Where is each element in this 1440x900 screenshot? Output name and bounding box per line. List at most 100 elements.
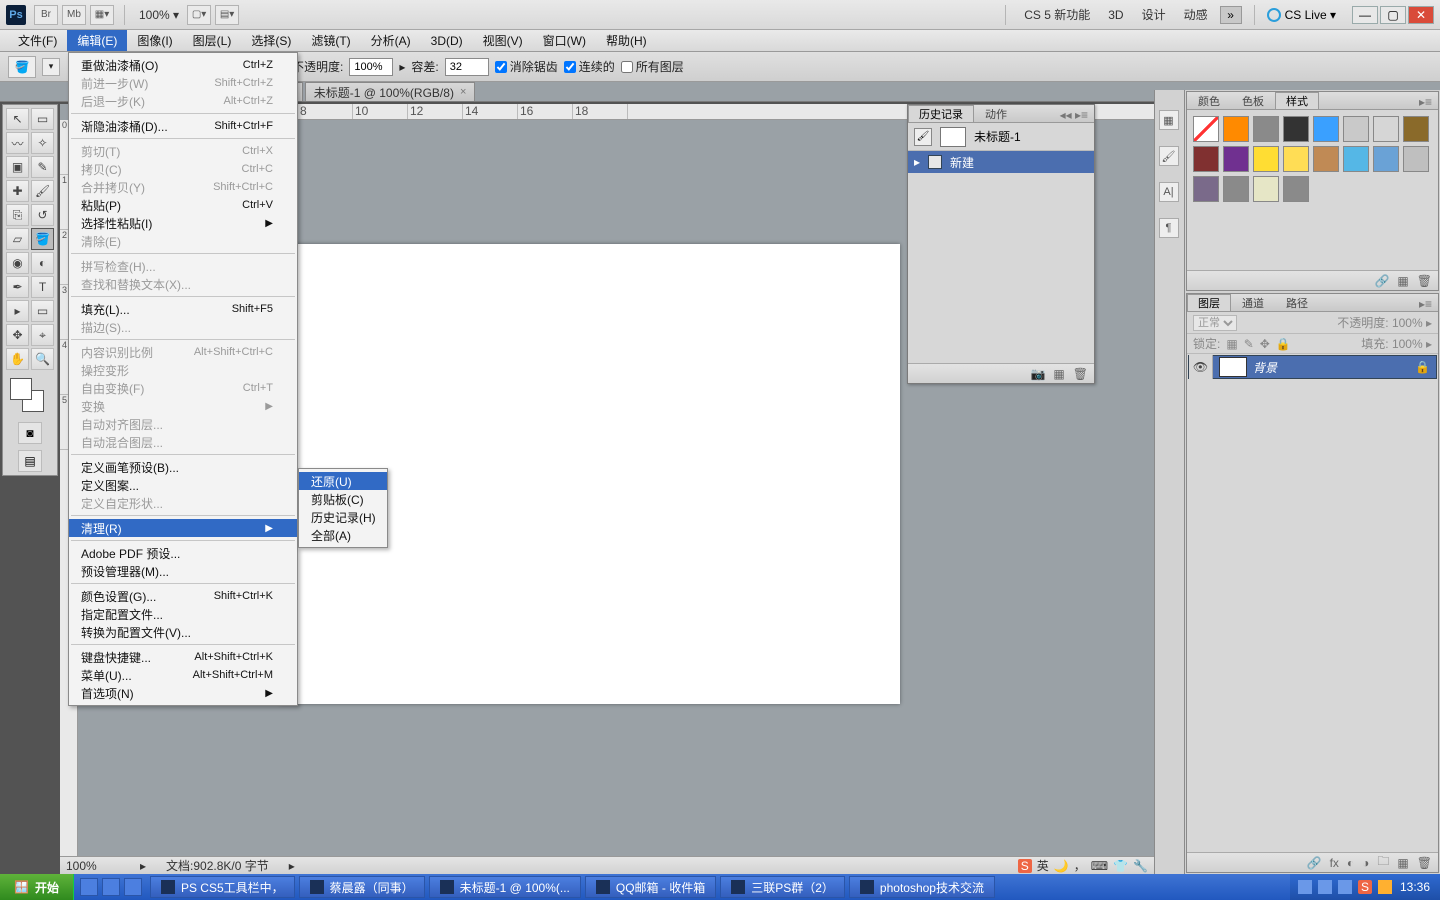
wand-tool[interactable]: ✧ — [31, 132, 54, 154]
new-style-icon[interactable]: ▦ — [1397, 274, 1408, 288]
history-brush-tool[interactable]: ↺ — [31, 204, 54, 226]
eyedrop-tool[interactable]: ✎ — [31, 156, 54, 178]
menu-2[interactable]: 图像(I) — [127, 30, 182, 51]
style-swatch[interactable] — [1253, 116, 1279, 142]
style-swatch[interactable] — [1283, 146, 1309, 172]
fx-icon[interactable]: fx — [1330, 856, 1339, 870]
menu-item[interactable]: 定义图案... — [69, 476, 297, 494]
style-swatch[interactable] — [1373, 146, 1399, 172]
link-motion[interactable]: 动感 — [1178, 6, 1214, 23]
tab-layers[interactable]: 图层 — [1187, 294, 1231, 311]
style-swatch[interactable] — [1223, 146, 1249, 172]
menu-10[interactable]: 帮助(H) — [596, 30, 657, 51]
stamp-tool[interactable]: ⎘ — [6, 204, 29, 226]
lock-all-icon[interactable]: 🔒 — [1276, 337, 1291, 351]
menu-item[interactable]: 定义画笔预设(B)... — [69, 458, 297, 476]
opacity-arrow-icon[interactable]: ▸ — [399, 60, 405, 74]
minibridge-icon[interactable]: Mb — [62, 5, 86, 25]
style-swatch[interactable] — [1193, 146, 1219, 172]
menu-8[interactable]: 视图(V) — [473, 30, 533, 51]
dock-brush-icon[interactable]: 🖌 — [1159, 146, 1179, 166]
brush-tool[interactable]: 🖌 — [31, 180, 54, 202]
pen-tool[interactable]: ✒ — [6, 276, 29, 298]
color-swatches[interactable] — [6, 376, 54, 416]
ql-ie-icon[interactable] — [80, 878, 98, 896]
tab-color[interactable]: 颜色 — [1187, 92, 1231, 109]
tolerance-input[interactable] — [445, 58, 489, 76]
menu-item[interactable]: Adobe PDF 预设... — [69, 544, 297, 562]
move-tool[interactable]: ↖ — [6, 108, 29, 130]
screen-mode-icon[interactable]: ▦▾ — [90, 5, 114, 25]
style-swatch[interactable] — [1283, 176, 1309, 202]
crop-tool[interactable]: ▣ — [6, 156, 29, 178]
menu-item[interactable]: 剪贴板(C) — [299, 490, 387, 508]
tray-clock[interactable]: 13:36 — [1398, 880, 1432, 894]
menu-item[interactable]: 全部(A) — [299, 526, 387, 544]
style-swatch[interactable] — [1193, 176, 1219, 202]
layer-thumb[interactable] — [1219, 357, 1247, 377]
menu-item[interactable]: 清理(R)▶ — [69, 519, 297, 537]
task-button[interactable]: PS CS5工具栏中， — [150, 876, 295, 898]
menu-4[interactable]: 选择(S) — [241, 30, 301, 51]
window-maximize-button[interactable]: ▢ — [1380, 6, 1406, 24]
menu-item[interactable]: 指定配置文件... — [69, 605, 297, 623]
blur-tool[interactable]: ◉ — [6, 252, 29, 274]
close-icon[interactable]: × — [460, 86, 466, 98]
tab-swatches[interactable]: 色板 — [1231, 92, 1275, 109]
mask-icon[interactable]: ◐ — [1347, 856, 1354, 870]
screenmode-button[interactable]: ▤ — [18, 450, 42, 472]
style-swatch[interactable] — [1343, 146, 1369, 172]
lock-paint-icon[interactable]: ✎ — [1244, 337, 1254, 351]
history-document-row[interactable]: 🖌 未标题-1 — [908, 123, 1094, 151]
fg-color-swatch[interactable] — [10, 378, 32, 400]
menu-5[interactable]: 滤镜(T) — [301, 30, 360, 51]
tab-actions[interactable]: 动作 — [974, 105, 1018, 122]
opacity-input[interactable] — [349, 58, 393, 76]
start-button[interactable]: 🪟开始 — [0, 874, 74, 900]
history-step[interactable]: ▸ 新建 — [908, 151, 1094, 173]
eraser-tool[interactable]: ▱ — [6, 228, 29, 250]
style-swatch[interactable] — [1253, 146, 1279, 172]
task-button[interactable]: 未标题-1 @ 100%(... — [429, 876, 581, 898]
menu-0[interactable]: 文件(F) — [8, 30, 67, 51]
style-swatch[interactable] — [1373, 116, 1399, 142]
style-swatch[interactable] — [1223, 116, 1249, 142]
style-swatch[interactable] — [1223, 176, 1249, 202]
visibility-icon[interactable]: 👁 — [1189, 355, 1213, 379]
menu-item[interactable]: 还原(U) — [299, 472, 387, 490]
delete-layer-icon[interactable]: 🗑 — [1417, 856, 1432, 870]
marquee-tool[interactable]: ▭ — [31, 108, 54, 130]
dock-swatches-icon[interactable]: ▦ — [1159, 110, 1179, 130]
tray-icon[interactable] — [1318, 880, 1332, 894]
menu-7[interactable]: 3D(D) — [421, 30, 473, 51]
lock-move-icon[interactable]: ✥ — [1260, 337, 1270, 351]
tab-history[interactable]: 历史记录 — [908, 105, 974, 122]
ime-punct-icon[interactable]: ， — [1074, 857, 1086, 874]
menu-item[interactable]: 预设管理器(M)... — [69, 562, 297, 580]
antialias-checkbox[interactable]: 消除锯齿 — [495, 58, 558, 75]
menu-3[interactable]: 图层(L) — [183, 30, 242, 51]
ime-sogou-icon[interactable]: S — [1018, 859, 1032, 873]
menu-1[interactable]: 编辑(E) — [67, 30, 127, 51]
layer-row[interactable]: 👁 背景 🔒 — [1188, 355, 1437, 379]
type-tool[interactable]: T — [31, 276, 54, 298]
status-zoom[interactable]: 100% — [66, 859, 120, 873]
trash-icon[interactable]: 🗑 — [1073, 367, 1088, 381]
dodge-tool[interactable]: ◐ — [31, 252, 54, 274]
3dcam-tool[interactable]: ⌖ — [31, 324, 54, 346]
bg-lock-icon[interactable]: 🔒 — [1415, 360, 1430, 374]
style-swatch[interactable] — [1343, 116, 1369, 142]
style-swatch[interactable] — [1313, 116, 1339, 142]
tab-channels[interactable]: 通道 — [1231, 294, 1275, 311]
menu-item[interactable]: 渐隐油漆桶(D)...Shift+Ctrl+F — [69, 117, 297, 135]
group-icon[interactable]: 🗀 — [1377, 852, 1389, 873]
style-swatch[interactable] — [1283, 116, 1309, 142]
style-swatch[interactable] — [1313, 146, 1339, 172]
zoom-readout[interactable]: 100% ▾ — [131, 8, 187, 22]
new-layer-icon[interactable]: ▦ — [1397, 856, 1408, 870]
ime-lang-icon[interactable]: 英 — [1037, 857, 1049, 874]
ime-skin-icon[interactable]: 👕 — [1113, 859, 1128, 873]
lock-pixels-icon[interactable]: ▦ — [1226, 337, 1237, 351]
ime-tool-icon[interactable]: 🔧 — [1133, 859, 1148, 873]
style-swatch[interactable] — [1253, 176, 1279, 202]
